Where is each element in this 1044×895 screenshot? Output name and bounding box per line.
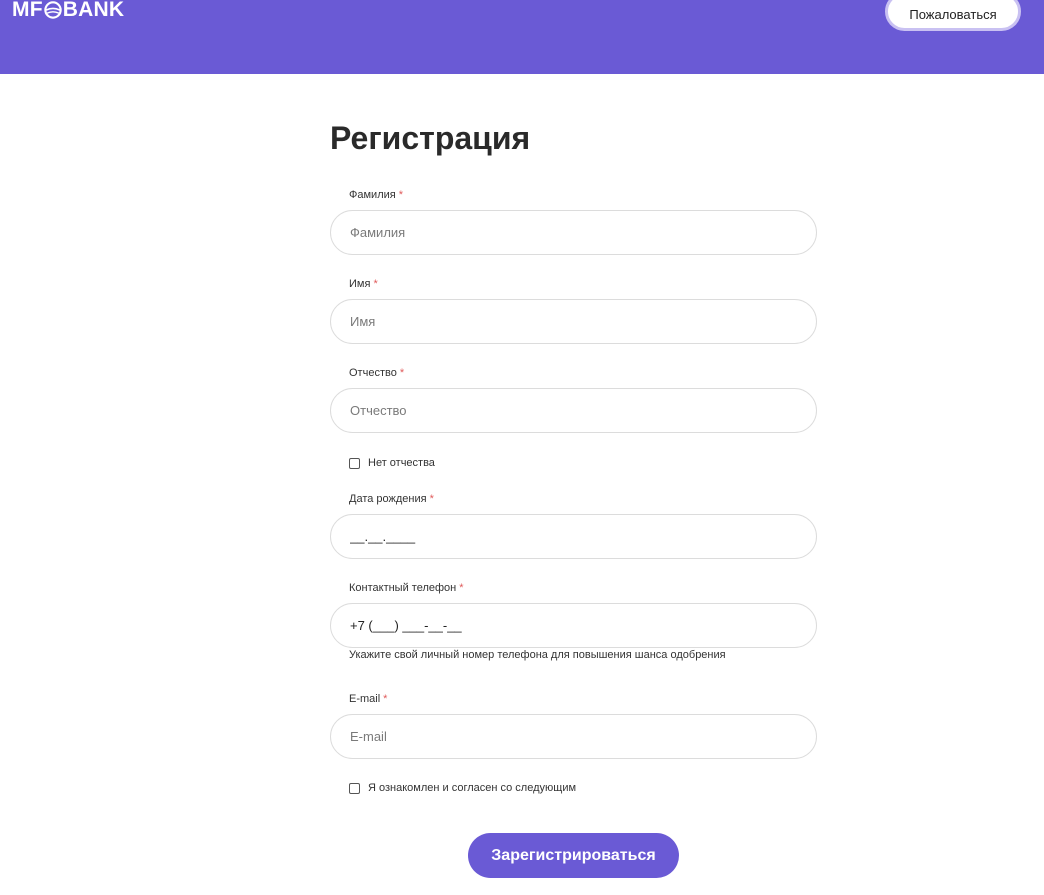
- logo-text-right: BANK: [62, 0, 125, 21]
- required-mark: *: [459, 582, 464, 594]
- globe-icon: [44, 1, 62, 19]
- logo-text-left: MF: [12, 0, 43, 21]
- patronymic-label-text: Отчество: [349, 367, 397, 379]
- email-input[interactable]: [330, 714, 817, 759]
- page-title: Регистрация: [330, 120, 531, 156]
- first-name-label: Имя *: [349, 278, 378, 290]
- required-mark: *: [429, 493, 434, 505]
- last-name-input[interactable]: [330, 210, 817, 255]
- patronymic-label: Отчество *: [349, 367, 404, 379]
- email-label: E-mail *: [349, 693, 387, 705]
- complain-button[interactable]: Пожаловаться: [885, 0, 1021, 31]
- email-label-text: E-mail: [349, 693, 381, 705]
- first-name-label-text: Имя: [349, 278, 371, 290]
- first-name-input[interactable]: [330, 299, 817, 344]
- no-patronymic-checkbox-row[interactable]: Нет отчества: [349, 457, 435, 469]
- phone-input[interactable]: [330, 603, 817, 648]
- required-mark: *: [399, 367, 405, 379]
- register-button[interactable]: Зарегистрироваться: [468, 833, 679, 878]
- registration-form: Регистрация Фамилия* Имя* Отчество* Нет …: [330, 0, 818, 895]
- patronymic-input[interactable]: [330, 388, 817, 433]
- birth-date-label: Дата рождения *: [349, 493, 434, 505]
- birth-date-input[interactable]: [330, 514, 817, 559]
- no-patronymic-checkbox[interactable]: [349, 457, 360, 469]
- last-name-label: Фамилия *: [349, 189, 403, 201]
- no-patronymic-label: Нет отчества: [368, 457, 435, 469]
- last-name-label-text: Фамилия: [349, 189, 396, 201]
- required-mark: *: [373, 278, 378, 290]
- birth-date-label-text: Дата рождения: [349, 493, 427, 505]
- required-mark: *: [398, 189, 403, 201]
- agreement-label: Я ознакомлен и согласен со следующим: [368, 782, 577, 794]
- mfobank-logo[interactable]: MF BANK: [12, 0, 124, 21]
- phone-hint: Укажите свой личный номер телефона для п…: [349, 649, 726, 661]
- required-mark: *: [383, 693, 388, 705]
- agreement-checkbox-row[interactable]: Я ознакомлен и согласен со следующим: [349, 782, 576, 794]
- phone-label: Контактный телефон *: [349, 582, 464, 594]
- agreement-checkbox[interactable]: [349, 782, 360, 794]
- phone-label-text: Контактный телефон: [349, 582, 457, 594]
